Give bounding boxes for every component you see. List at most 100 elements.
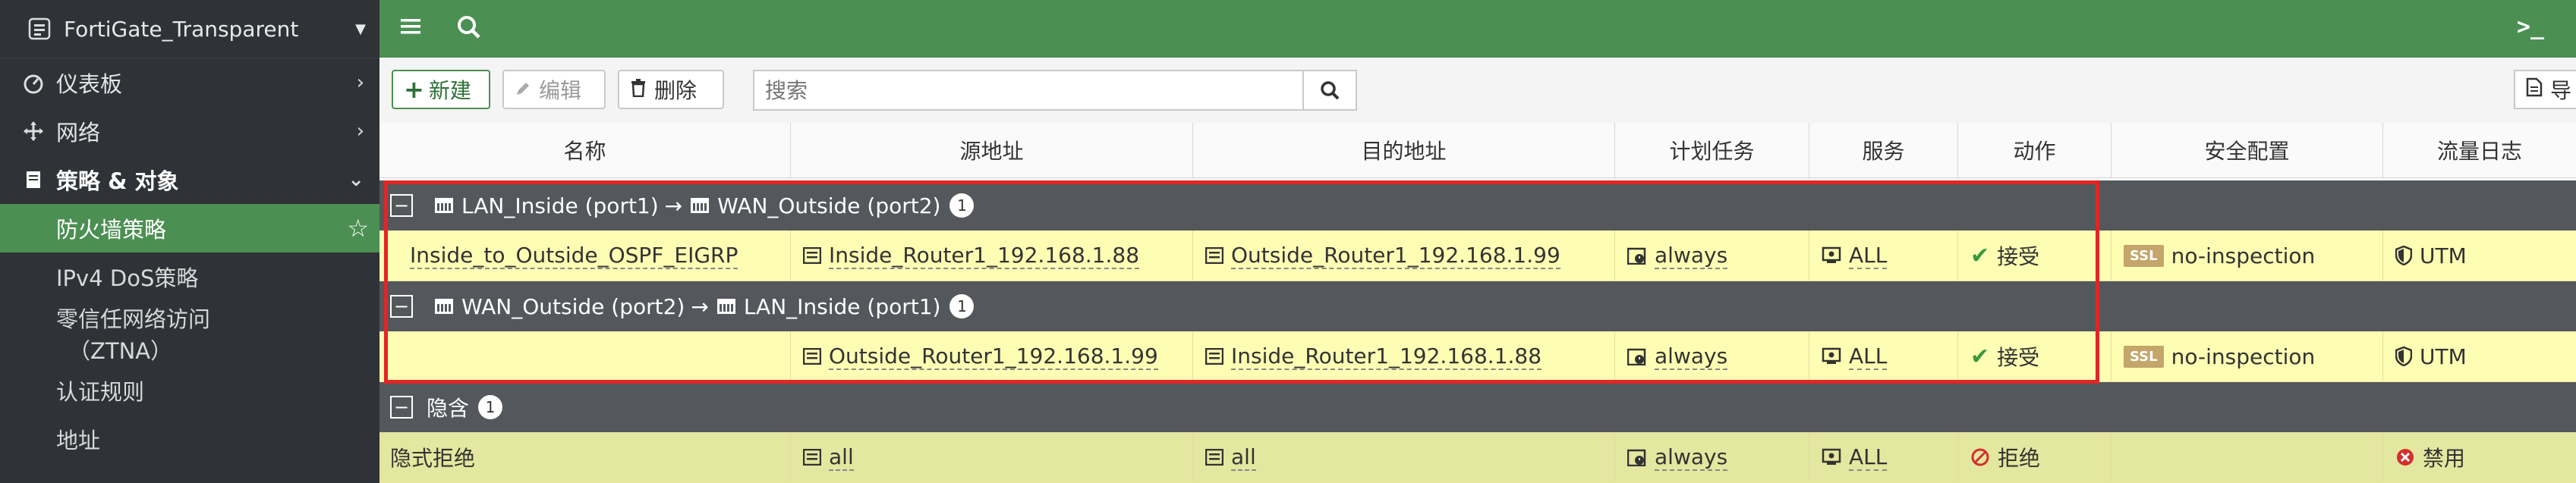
column-header-schedule[interactable]: 计划任务: [1615, 123, 1809, 177]
policy-name[interactable]: 隐式拒绝: [390, 442, 475, 472]
schedule-icon: [1627, 347, 1647, 365]
star-icon[interactable]: ☆: [347, 214, 369, 243]
export-button-label: 导: [2550, 78, 2572, 103]
collapse-icon[interactable]: −: [390, 396, 413, 419]
security-cell: SSL no-inspection: [2112, 331, 2383, 381]
search-button[interactable]: [1302, 71, 1356, 109]
column-header-log[interactable]: 流量日志: [2383, 123, 2576, 177]
top-bar: >_: [379, 0, 2576, 58]
column-header-name[interactable]: 名称: [379, 123, 791, 177]
source-cell: Outside_Router1_192.168.1.99: [791, 331, 1193, 381]
source-interface: WAN_Outside (port2): [461, 293, 685, 319]
collapse-icon[interactable]: −: [390, 295, 413, 318]
device-selector[interactable]: FortiGate_Transparent ▼: [0, 0, 379, 58]
sidebar-item-label: 网络: [56, 120, 101, 146]
action-cell: ✔ 接受: [1958, 331, 2112, 381]
interface-icon: [435, 198, 453, 213]
sidebar-item-label: 防火墙策略: [56, 217, 167, 243]
destination-address[interactable]: Outside_Router1_192.168.1.99: [1231, 243, 1560, 269]
dashboard-icon: [21, 71, 46, 94]
toolbar: + 新建 编辑 删除 导: [379, 58, 2576, 124]
source-address[interactable]: Inside_Router1_192.168.1.88: [829, 243, 1140, 269]
action-cell: 拒绝: [1958, 432, 2112, 482]
check-icon: ✔: [1970, 242, 1990, 269]
security-profile[interactable]: no-inspection: [2171, 344, 2316, 369]
sidebar-item-ztna[interactable]: 零信任网络访问 （ZTNA）: [0, 301, 379, 366]
address-icon: [1205, 247, 1223, 264]
search-icon[interactable]: [455, 14, 483, 44]
column-header-action[interactable]: 动作: [1958, 123, 2112, 177]
schedule-cell: always: [1615, 231, 1809, 281]
policy-group-header[interactable]: − LAN_Inside (port1) → WAN_Outside (port…: [379, 180, 2576, 231]
column-header-service[interactable]: 服务: [1809, 123, 1958, 177]
sidebar-item-auth-rules[interactable]: 认证规则: [0, 366, 379, 415]
service-icon: [1822, 448, 1841, 466]
schedule-value[interactable]: always: [1655, 343, 1728, 370]
delete-button[interactable]: 删除: [618, 70, 724, 109]
policy-name[interactable]: Inside_to_Outside_OSPF_EIGRP: [410, 243, 738, 269]
schedule-value[interactable]: always: [1655, 243, 1728, 269]
hamburger-icon[interactable]: [398, 14, 424, 42]
edit-button[interactable]: 编辑: [502, 70, 606, 109]
security-cell: [2112, 432, 2383, 482]
service-icon: [1822, 347, 1841, 365]
address-icon: [803, 247, 821, 264]
column-header-source[interactable]: 源地址: [791, 123, 1193, 177]
chevron-right-icon: ›: [356, 71, 364, 94]
sidebar-item-network[interactable]: 网络 ›: [0, 107, 379, 155]
action-value: 拒绝: [1998, 446, 2041, 471]
column-header-security[interactable]: 安全配置: [2112, 123, 2383, 177]
source-address[interactable]: Outside_Router1_192.168.1.99: [829, 343, 1158, 370]
sidebar-item-ipv4-dos[interactable]: IPv4 DoS策略: [0, 252, 379, 301]
source-address[interactable]: all: [829, 444, 854, 471]
count-badge: 1: [478, 395, 503, 419]
check-icon: ✔: [1970, 343, 1990, 370]
sidebar-item-label: 零信任网络访问: [56, 306, 211, 332]
sidebar-item-label: 认证规则: [56, 379, 145, 405]
search-box: [753, 70, 1357, 111]
table-header: 名称 源地址 目的地址 计划任务 服务 动作 安全配置 流量日志: [379, 123, 2576, 178]
device-icon: [26, 15, 53, 42]
service-value[interactable]: ALL: [1849, 243, 1888, 269]
destination-address[interactable]: Inside_Router1_192.168.1.88: [1231, 343, 1542, 370]
log-cell: 禁用: [2383, 432, 2576, 482]
service-value[interactable]: ALL: [1849, 444, 1888, 471]
service-cell: ALL: [1809, 331, 1958, 381]
arrow: →: [691, 293, 709, 319]
schedule-cell: always: [1615, 432, 1809, 482]
sidebar-item-firewall-policy[interactable]: 防火墙策略 ☆: [0, 204, 379, 252]
chevron-right-icon: ›: [356, 120, 364, 143]
sidebar-item-label: 策略 & 对象: [56, 168, 179, 194]
table-row[interactable]: Inside_to_Outside_OSPF_EIGRP Inside_Rout…: [379, 231, 2576, 281]
column-header-destination[interactable]: 目的地址: [1193, 123, 1615, 177]
export-button[interactable]: 导: [2514, 70, 2576, 109]
sidebar-item-label: 地址: [56, 428, 101, 453]
search-input[interactable]: [754, 71, 1302, 109]
arrow: →: [664, 193, 683, 218]
schedule-icon: [1627, 448, 1647, 466]
search-icon: [1321, 81, 1340, 100]
sidebar-item-policy-objects[interactable]: 策略 & 对象 ⌄: [0, 155, 379, 204]
shield-icon: [2395, 246, 2412, 265]
action-cell: ✔ 接受: [1958, 231, 2112, 281]
interface-icon: [691, 198, 710, 213]
security-profile[interactable]: no-inspection: [2171, 243, 2316, 268]
policy-group-header[interactable]: − WAN_Outside (port2) → LAN_Inside (port…: [379, 281, 2576, 331]
document-icon: [2526, 77, 2543, 102]
address-icon: [1205, 449, 1223, 466]
terminal-icon[interactable]: >_: [2517, 14, 2544, 40]
action-value: 接受: [1997, 244, 2040, 269]
sidebar-item-address[interactable]: 地址: [0, 415, 379, 463]
schedule-value[interactable]: always: [1655, 444, 1728, 471]
service-value[interactable]: ALL: [1849, 343, 1888, 370]
network-icon: [21, 120, 46, 143]
policy-group-header-implicit[interactable]: − 隐含 1: [379, 382, 2576, 432]
table-row[interactable]: 隐式拒绝 all all always ALL 拒绝 禁用: [379, 432, 2576, 483]
policy-name-cell: Inside_to_Outside_OSPF_EIGRP: [379, 231, 791, 281]
sidebar-item-dashboard[interactable]: 仪表板 ›: [0, 58, 379, 107]
collapse-icon[interactable]: −: [390, 194, 413, 217]
chevron-down-icon: ⌄: [348, 168, 364, 191]
new-button[interactable]: + 新建: [392, 70, 490, 109]
table-row[interactable]: Outside_Router1_192.168.1.99 Inside_Rout…: [379, 331, 2576, 382]
destination-address[interactable]: all: [1231, 444, 1256, 471]
